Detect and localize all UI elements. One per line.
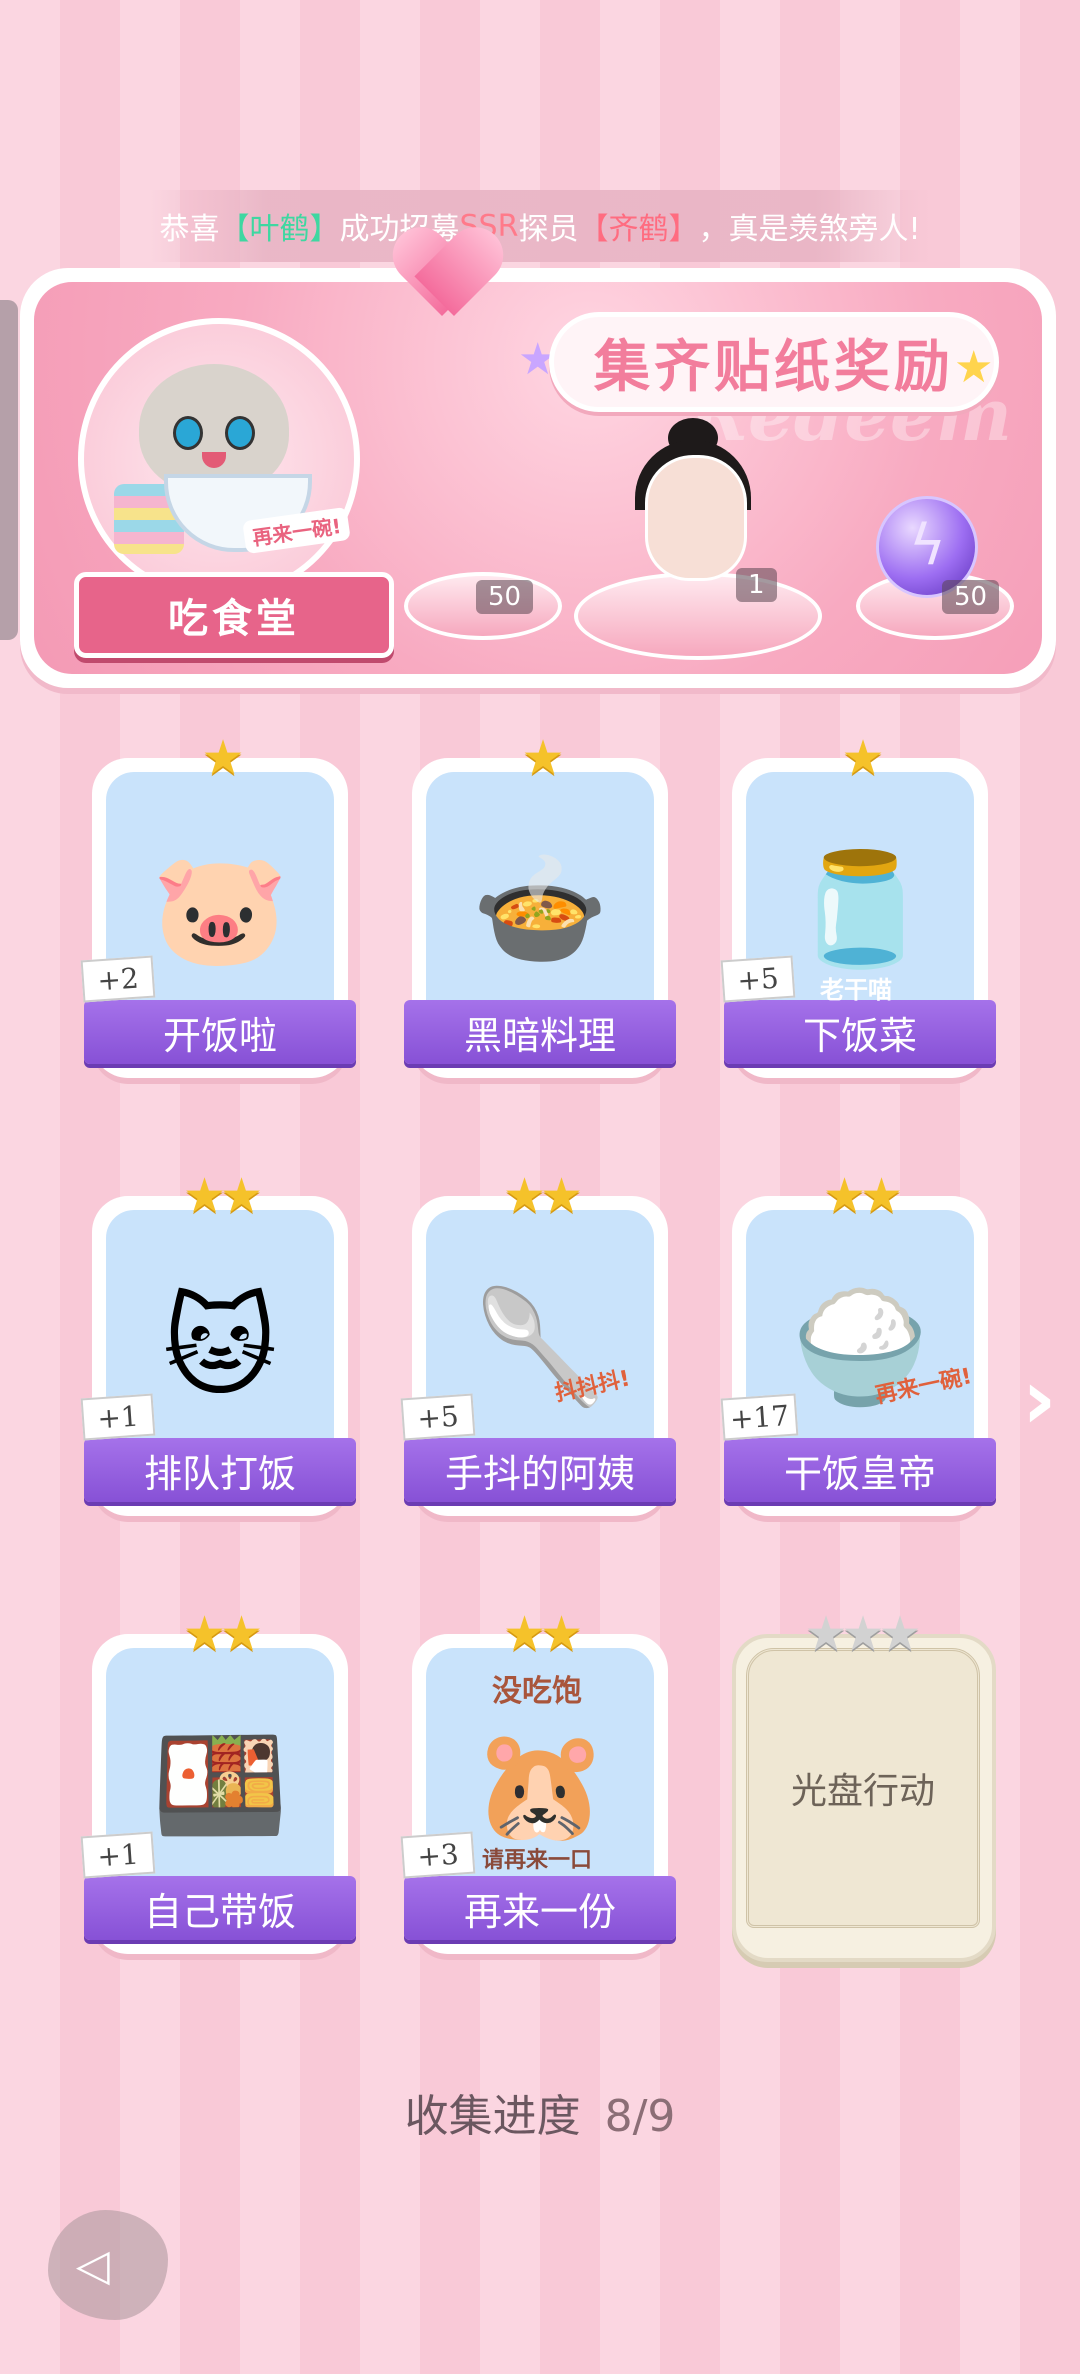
sticker-card[interactable]: 🍚 ★★ 干饭皇帝 +17 再来一碗! [720, 1168, 996, 1528]
marquee-text: 探员 [518, 212, 579, 247]
duplicate-count-badge: +1 [80, 1393, 156, 1441]
locked-card: 光盘行动 [746, 1648, 980, 1928]
sticker-art-text: 请再来一口 [482, 1848, 593, 1873]
reward-count: 50 [942, 580, 1000, 614]
sticker-label: 手抖的阿姨 [404, 1438, 676, 1502]
collection-progress: 收集进度 8/9 [0, 2080, 1080, 2144]
album-name-ribbon: 吃食堂 [74, 572, 394, 658]
heart-gem-icon[interactable] [398, 230, 498, 320]
sticker-card[interactable]: 🐱 ★★ 排队打饭 +1 [80, 1168, 356, 1528]
character-portrait-icon[interactable] [645, 455, 747, 581]
star-deco-icon: ★ [954, 342, 994, 393]
sticker-art-text: 没吃饱 [492, 1674, 582, 1709]
rarity-stars: ★★ [502, 1168, 583, 1224]
rarity-stars: ★ [201, 730, 244, 786]
back-button[interactable]: ◁ [48, 2210, 168, 2320]
duplicate-count-badge: +5 [720, 955, 796, 1003]
rarity-stars: ★★ [182, 1168, 263, 1224]
rarity-stars: ★★ [822, 1168, 903, 1224]
announcement-marquee: 恭喜 【叶鹤】 成功招募 SSR 探员 【齐鹤】 ，真是羡煞旁人! [150, 190, 930, 262]
reward-count: 50 [476, 580, 534, 614]
duplicate-count-badge: +1 [80, 1831, 156, 1879]
sticker-label: 自己带饭 [84, 1876, 356, 1940]
next-page-arrow-icon[interactable]: › [1022, 1350, 1057, 1448]
side-drawer-handle[interactable] [0, 300, 18, 640]
reward-banner: Redeem 再来一碗! 吃食堂 ★ 集齐贴纸奖励 ★ [20, 268, 1056, 688]
back-arrow-icon: ◁ [76, 2240, 110, 2291]
sticker-card[interactable]: 🥄 ★★ 手抖的阿姨 +5 抖抖抖! [400, 1168, 676, 1528]
marquee-suffix: ，真是羡煞旁人! [698, 212, 921, 247]
sticker-card[interactable]: 🍲 ★ 黑暗料理 [404, 730, 676, 1090]
reward-count: 1 [736, 568, 777, 602]
duplicate-count-badge: +3 [400, 1831, 476, 1879]
banner-title: 集齐贴纸奖励 [549, 312, 999, 412]
sticker-art-text: 老干喵 [820, 976, 892, 1004]
sticker-label: 开饭啦 [84, 1000, 356, 1064]
marquee-agent-name: 【齐鹤】 [578, 212, 699, 247]
sticker-card[interactable]: 🍱 ★★ 自己带饭 +1 [80, 1606, 356, 1966]
sticker-card[interactable]: 🫙 ★ 下饭菜 +5 老干喵 [720, 730, 996, 1090]
duplicate-count-badge: +17 [720, 1393, 799, 1441]
progress-label: 收集进度 [404, 2091, 581, 2142]
sticker-card[interactable]: 🐹 ★★ 再来一份 +3 没吃饱 请再来一口 [400, 1606, 676, 1966]
rarity-stars: ★★ [182, 1606, 263, 1662]
sticker-card[interactable]: 光盘行动 ★★★ [732, 1606, 996, 1966]
rarity-stars: ★★ [502, 1606, 583, 1662]
sticker-card[interactable]: 🐷 ★ 开饭啦 +2 [80, 730, 356, 1090]
reward-banner-background: Redeem 再来一碗! 吃食堂 ★ 集齐贴纸奖励 ★ [34, 282, 1042, 674]
sticker-label: 干饭皇帝 [724, 1438, 996, 1502]
sticker-label: 下饭菜 [724, 1000, 996, 1064]
duplicate-count-badge: +2 [80, 955, 156, 1003]
duplicate-count-badge: +5 [400, 1393, 476, 1441]
marquee-prefix: 恭喜 [159, 212, 220, 247]
sticker-label: 黑暗料理 [404, 1000, 676, 1064]
rarity-stars: ★ [841, 730, 884, 786]
progress-value: 8/9 [604, 2091, 676, 2142]
sticker-label: 再来一份 [404, 1876, 676, 1940]
rarity-stars: ★ [521, 730, 564, 786]
album-cover-cat: 再来一碗! [78, 318, 360, 600]
sticker-label: 排队打饭 [84, 1438, 356, 1502]
reward-pedestal [574, 572, 822, 660]
rarity-stars: ★★★ [804, 1606, 921, 1662]
marquee-player-name: 【叶鹤】 [219, 212, 340, 247]
